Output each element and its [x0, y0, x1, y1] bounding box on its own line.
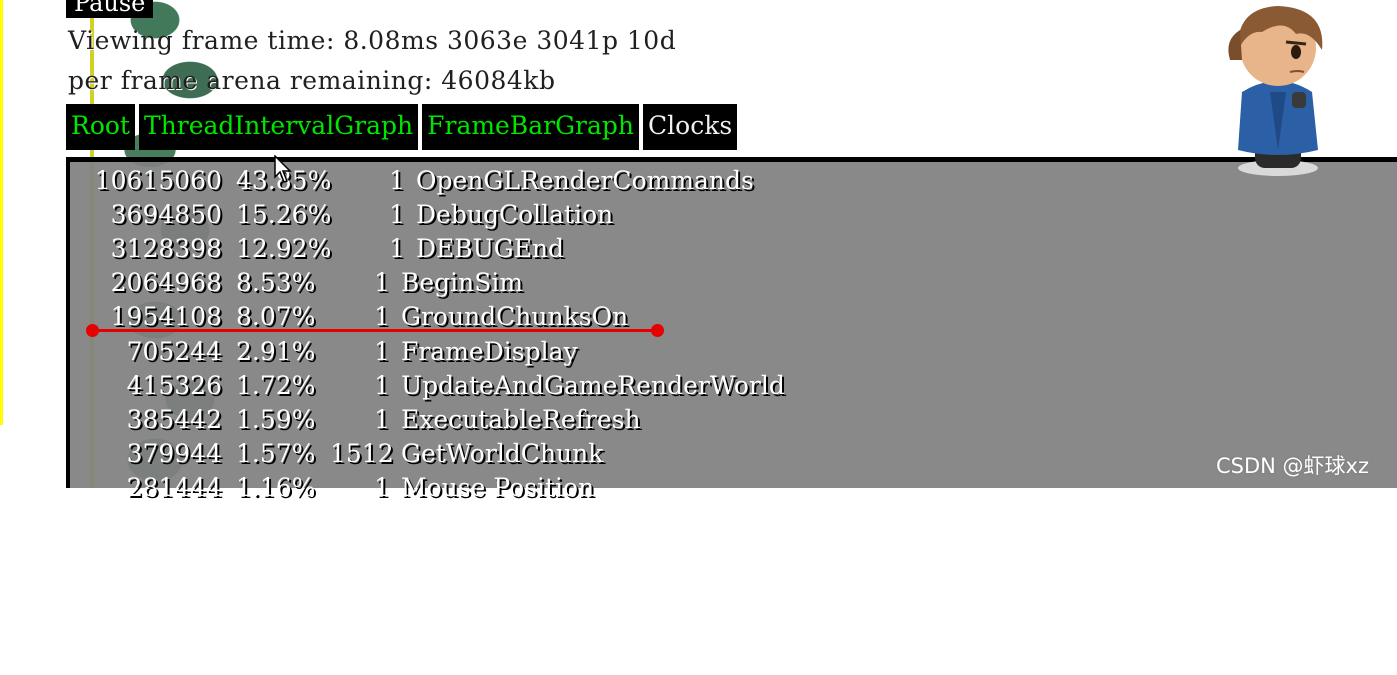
- row-name: DebugCollation: [416, 200, 614, 229]
- annotation-start-dot: [86, 324, 99, 337]
- tab-clocks[interactable]: Clocks: [643, 104, 738, 150]
- row-count: 1512: [330, 439, 394, 468]
- tab-frame-bar-graph[interactable]: FrameBarGraph: [422, 104, 640, 150]
- profile-row[interactable]: 385442 1.59% 1 ExecutableRefresh: [70, 403, 641, 437]
- tab-thread-interval-graph[interactable]: ThreadIntervalGraph: [138, 104, 419, 150]
- row-name: ExecutableRefresh: [401, 405, 641, 434]
- row-count: 1: [374, 405, 390, 434]
- profile-row[interactable]: 3694850 15.26% 1 DebugCollation: [70, 198, 614, 232]
- pause-button[interactable]: Pause: [66, 0, 154, 18]
- row-count: 1: [389, 200, 405, 229]
- row-count: 1: [389, 234, 405, 263]
- profile-panel: 10615060 43.85% 1 OpenGLRenderCommands 3…: [66, 157, 1397, 502]
- row-count: 1: [374, 371, 390, 400]
- row-name: DEBUGEnd: [416, 234, 565, 263]
- row-count: 1: [374, 337, 390, 366]
- row-percent: 2.91%: [236, 337, 316, 366]
- row-cycles: 10615060: [94, 166, 222, 195]
- game-character-sprite: [1228, 6, 1323, 176]
- row-cycles: 415326: [126, 371, 222, 400]
- row-percent: 1.57%: [236, 439, 316, 468]
- row-count: 1: [374, 473, 390, 502]
- row-name: GetWorldChunk: [401, 439, 604, 468]
- profile-row[interactable]: 2064968 8.53% 1 BeginSim: [70, 266, 523, 300]
- row-percent: 1.72%: [236, 371, 316, 400]
- profile-row[interactable]: 3128398 12.92% 1 DEBUGEnd: [70, 232, 564, 266]
- row-percent: 1.16%: [236, 473, 316, 502]
- profile-row[interactable]: 281444 1.16% 1 Mouse Position: [70, 471, 595, 505]
- mouse-cursor-icon: [274, 155, 292, 183]
- row-name: OpenGLRenderCommands: [416, 166, 754, 195]
- row-cycles: 281444: [126, 473, 222, 502]
- row-count: 1: [374, 268, 390, 297]
- row-cycles: 385442: [126, 405, 222, 434]
- row-cycles: 705244: [126, 337, 222, 366]
- row-name: BeginSim: [401, 268, 524, 297]
- row-cycles: 2064968: [110, 268, 222, 297]
- row-cycles: 3694850: [110, 200, 222, 229]
- row-name: UpdateAndGameRenderWorld: [401, 371, 785, 400]
- row-cycles: 379944: [126, 439, 222, 468]
- tab-root[interactable]: Root: [66, 104, 135, 150]
- annotation-end-dot: [651, 324, 664, 337]
- row-percent: 8.53%: [236, 268, 316, 297]
- frame-time-readout: Viewing frame time: 8.08ms 3063e 3041p 1…: [68, 26, 677, 55]
- profile-row[interactable]: 415326 1.72% 1 UpdateAndGameRenderWorld: [70, 369, 785, 403]
- row-name: FrameDisplay: [401, 337, 578, 366]
- left-yellow-border: [0, 0, 3, 425]
- profile-row[interactable]: 10615060 43.85% 1 OpenGLRenderCommands: [70, 164, 754, 198]
- arena-remaining-readout: per frame arena remaining: 46084kb: [68, 66, 556, 95]
- row-percent: 12.92%: [236, 234, 332, 263]
- row-name: Mouse Position: [401, 473, 595, 502]
- debug-tab-bar: Root ThreadIntervalGraph FrameBarGraph C…: [66, 104, 738, 150]
- row-count: 1: [389, 166, 405, 195]
- row-cycles: 3128398: [110, 234, 222, 263]
- red-annotation-line: [92, 329, 658, 332]
- profile-row[interactable]: 379944 1.57% 1512 GetWorldChunk: [70, 437, 604, 471]
- row-percent: 1.59%: [236, 405, 316, 434]
- row-percent: 15.26%: [236, 200, 332, 229]
- profile-row[interactable]: 705244 2.91% 1 FrameDisplay: [70, 335, 578, 369]
- csdn-watermark: CSDN @虾球xz: [1216, 454, 1369, 478]
